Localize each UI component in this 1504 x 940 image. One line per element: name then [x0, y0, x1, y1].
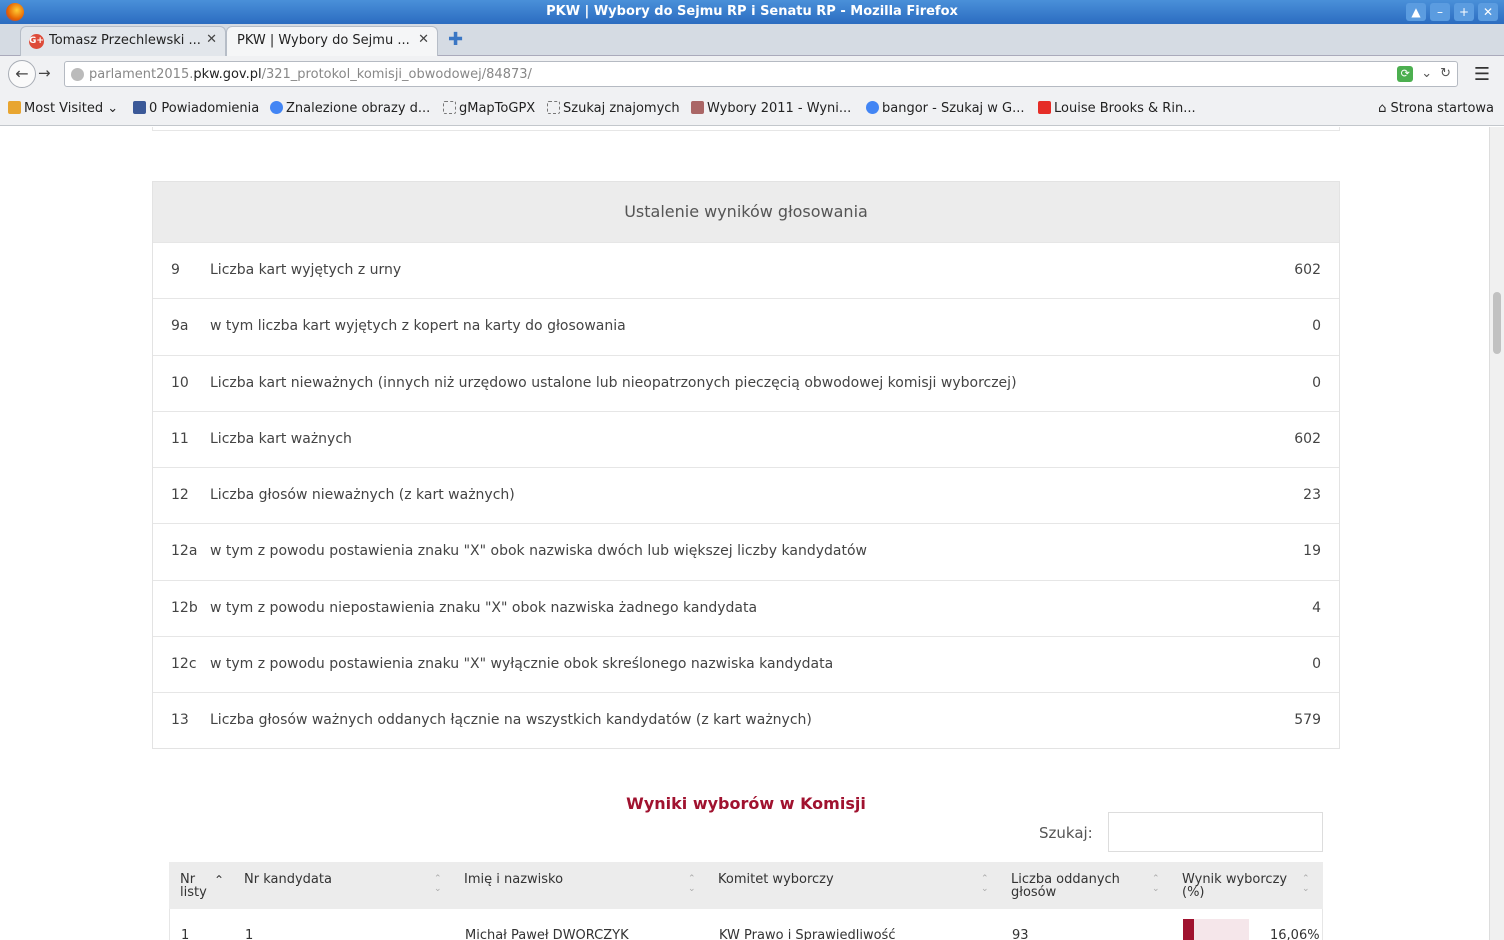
google-icon: [270, 101, 283, 114]
table-row: 12b w tym z powodu niepostawienia znaku "…: [153, 579, 1339, 636]
forward-button[interactable]: →: [38, 64, 51, 82]
table-row: 9a w tym liczba kart wyjętych z kopert na…: [153, 298, 1339, 354]
sort-icon[interactable]: ⌃ ⌄: [688, 874, 696, 894]
bookmark-bangor[interactable]: bangor - Szukaj w G...: [866, 101, 1025, 116]
new-tab-button[interactable]: ✚: [448, 29, 463, 50]
column-header-nr-kandydata[interactable]: Nr kandydata: [244, 873, 332, 886]
close-icon[interactable]: ✕: [206, 32, 217, 47]
bookmarks-toolbar: Most Visited ⌄ 0 Powiadomienia Znalezion…: [0, 92, 1504, 126]
bookmark-znalezione-obrazy[interactable]: Znalezione obrazy d...: [270, 101, 430, 116]
previous-panel-edge: [152, 127, 1340, 131]
column-header-result[interactable]: Wynik wyborczy (%): [1182, 873, 1302, 899]
sort-icon[interactable]: ⌃ ⌄: [1302, 874, 1310, 894]
bookmark-gmaptogpx[interactable]: gMapToGPX: [443, 101, 535, 116]
url-bar[interactable]: parlament2015.pkw.gov.pl/321_protokol_ko…: [64, 61, 1458, 87]
table-row: 12 Liczba głosów nieważnych (z kart ważny…: [153, 467, 1339, 523]
facebook-icon: [133, 101, 146, 114]
result-bar: [1183, 919, 1249, 940]
search-label: Szukaj:: [1039, 824, 1093, 842]
page-icon: [547, 101, 560, 114]
hamburger-menu-icon[interactable]: ☰: [1474, 64, 1490, 85]
window-close-button[interactable]: ✕: [1478, 3, 1498, 21]
column-header-name[interactable]: Imię i nazwisko: [464, 873, 563, 886]
bookmark-powiadomienia[interactable]: 0 Powiadomienia: [133, 101, 259, 116]
google-plus-icon: G+: [29, 34, 44, 49]
voting-results-panel: Ustalenie wyników głosowania 9 Liczba kar…: [152, 181, 1340, 750]
close-icon[interactable]: ✕: [418, 32, 429, 47]
tab-google-plus[interactable]: G+ Tomasz Przechlewski ... ✕: [20, 26, 226, 56]
table-row: 9 Liczba kart wyjętych z urny 602: [153, 242, 1339, 298]
page-viewport: Ustalenie wyników głosowania 9 Liczba kar…: [3, 127, 1489, 940]
home-icon: ⌂: [1378, 101, 1387, 116]
window-titlebar: PKW | Wybory do Sejmu RP i Senatu RP - M…: [0, 0, 1504, 24]
scrollbar-thumb[interactable]: [1493, 292, 1501, 354]
bookmark-wybory-2011[interactable]: Wybory 2011 - Wyni...: [691, 101, 851, 116]
window-maximize-button[interactable]: +: [1454, 3, 1474, 21]
pkw-icon: [691, 101, 704, 114]
sort-asc-icon[interactable]: ⌃: [214, 873, 224, 887]
back-button[interactable]: ←: [8, 60, 36, 88]
sort-icon[interactable]: ⌃ ⌄: [981, 874, 989, 894]
tab-label: Tomasz Przechlewski ...: [49, 33, 201, 48]
table-row: 12c w tym z powodu postawienia znaku "X" …: [153, 635, 1339, 692]
chevron-down-icon[interactable]: ⌄: [1421, 66, 1432, 82]
url-text[interactable]: parlament2015.pkw.gov.pl/321_protokol_ko…: [89, 67, 532, 82]
column-header-committee[interactable]: Komitet wyborczy: [718, 873, 834, 886]
youtube-icon: [1038, 101, 1051, 114]
google-icon: [866, 101, 879, 114]
page-icon: [443, 101, 456, 114]
bookmark-most-visited[interactable]: Most Visited ⌄: [8, 101, 118, 116]
section-title: Wyniki wyborów w Komisji: [626, 794, 866, 813]
search-input[interactable]: [1108, 812, 1323, 852]
table-row: 10 Liczba kart nieważnych (innych niż urz…: [153, 354, 1339, 411]
reader-icon[interactable]: ⟳: [1397, 66, 1414, 82]
tab-label: PKW | Wybory do Sejmu ...: [237, 33, 410, 48]
sort-icon[interactable]: ⌃ ⌄: [1152, 874, 1160, 894]
tab-strip: G+ Tomasz Przechlewski ... ✕ PKW | Wybor…: [0, 24, 1504, 56]
vertical-scrollbar[interactable]: [1489, 127, 1504, 940]
folder-icon: [8, 101, 21, 114]
reload-icon[interactable]: ↻: [1440, 66, 1451, 82]
table-row: 13 Liczba głosów ważnych oddanych łącznie…: [153, 692, 1339, 748]
window-title: PKW | Wybory do Sejmu RP i Senatu RP - M…: [546, 4, 958, 19]
bookmark-szukaj-znajomych[interactable]: Szukaj znajomych: [547, 101, 680, 116]
window-minimize-button[interactable]: –: [1430, 3, 1450, 21]
results-table-row: 1 1 Michał Paweł DWORCZYK KW Prawo i Spr…: [169, 909, 1323, 940]
results-table-header: Nr listy ⌃ Nr kandydata ⌃ ⌄ Imię i nazwis…: [169, 862, 1323, 909]
window-shade-button[interactable]: ▲: [1406, 3, 1426, 21]
navigation-toolbar: ← → parlament2015.pkw.gov.pl/321_protoko…: [0, 56, 1504, 92]
sort-icon[interactable]: ⌃ ⌄: [434, 874, 442, 894]
bookmark-home[interactable]: ⌂ Strona startowa: [1378, 101, 1494, 116]
table-row: 11 Liczba kart ważnych 602: [153, 410, 1339, 467]
bookmark-louise-brooks[interactable]: Louise Brooks & Rin...: [1038, 101, 1196, 116]
table-row: 12a w tym z powodu postawienia znaku "X" …: [153, 523, 1339, 579]
tab-pkw[interactable]: PKW | Wybory do Sejmu ... ✕: [226, 26, 438, 56]
column-header-votes[interactable]: Liczba oddanych głosów: [1011, 873, 1131, 899]
result-bar-fill: [1183, 919, 1194, 940]
panel-title: Ustalenie wyników głosowania: [153, 182, 1339, 242]
globe-icon: [71, 68, 84, 81]
